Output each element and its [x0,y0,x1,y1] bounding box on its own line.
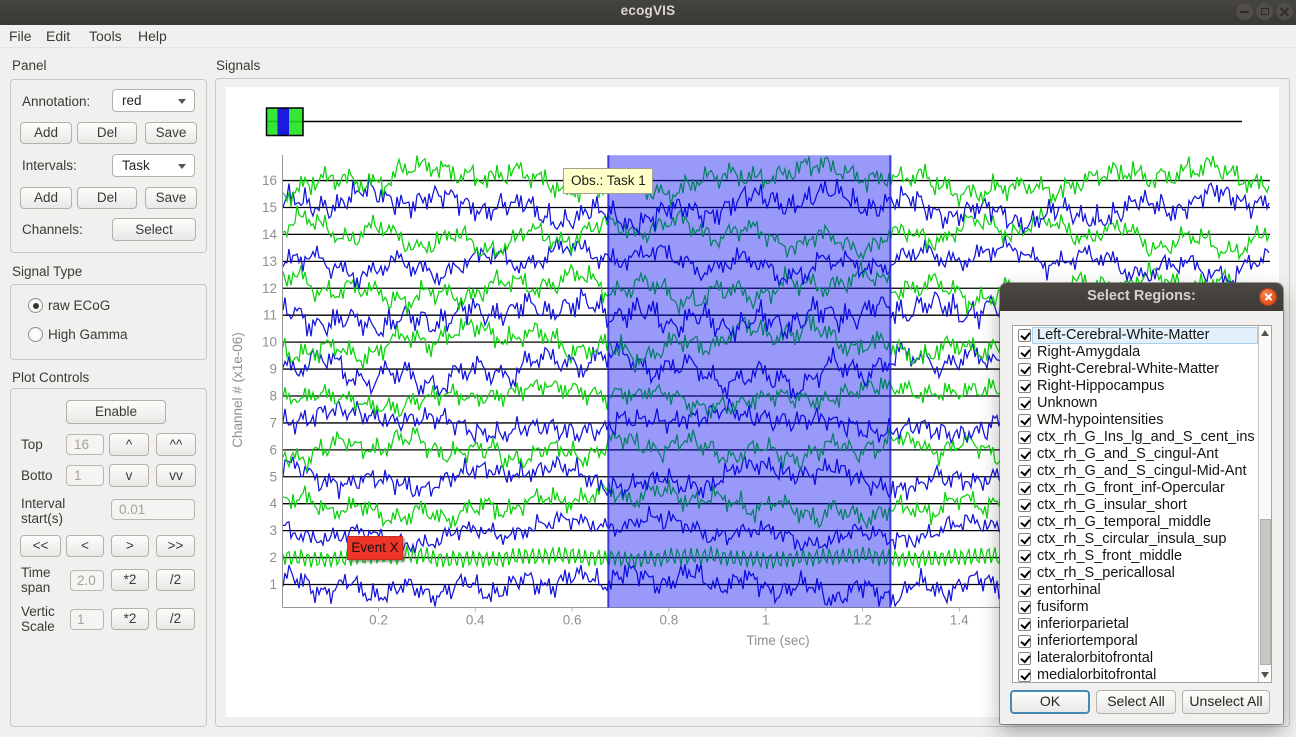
svg-text:2: 2 [269,550,277,565]
svg-text:4: 4 [269,496,277,511]
svg-text:14: 14 [262,227,278,242]
svg-text:11: 11 [263,308,277,323]
svg-text:0.4: 0.4 [466,613,485,628]
svg-text:16: 16 [262,173,277,188]
svg-text:5: 5 [269,469,277,484]
svg-text:1.2: 1.2 [853,613,872,628]
svg-text:7: 7 [269,415,277,430]
svg-text:15: 15 [262,200,277,215]
svg-text:12: 12 [262,281,277,296]
svg-text:0.2: 0.2 [369,613,388,628]
svg-text:10: 10 [262,335,277,350]
svg-text:Time (sec): Time (sec) [746,633,809,648]
svg-text:Channel # (x1e-06): Channel # (x1e-06) [230,332,245,448]
svg-text:13: 13 [262,254,277,269]
svg-text:3: 3 [269,523,277,538]
svg-text:9: 9 [269,362,277,377]
svg-text:8: 8 [269,388,277,403]
svg-text:0.8: 0.8 [660,613,679,628]
svg-text:1: 1 [269,577,277,592]
svg-text:0.6: 0.6 [563,613,582,628]
svg-text:1: 1 [762,613,770,628]
svg-text:1.4: 1.4 [950,613,969,628]
svg-text:6: 6 [269,442,277,457]
